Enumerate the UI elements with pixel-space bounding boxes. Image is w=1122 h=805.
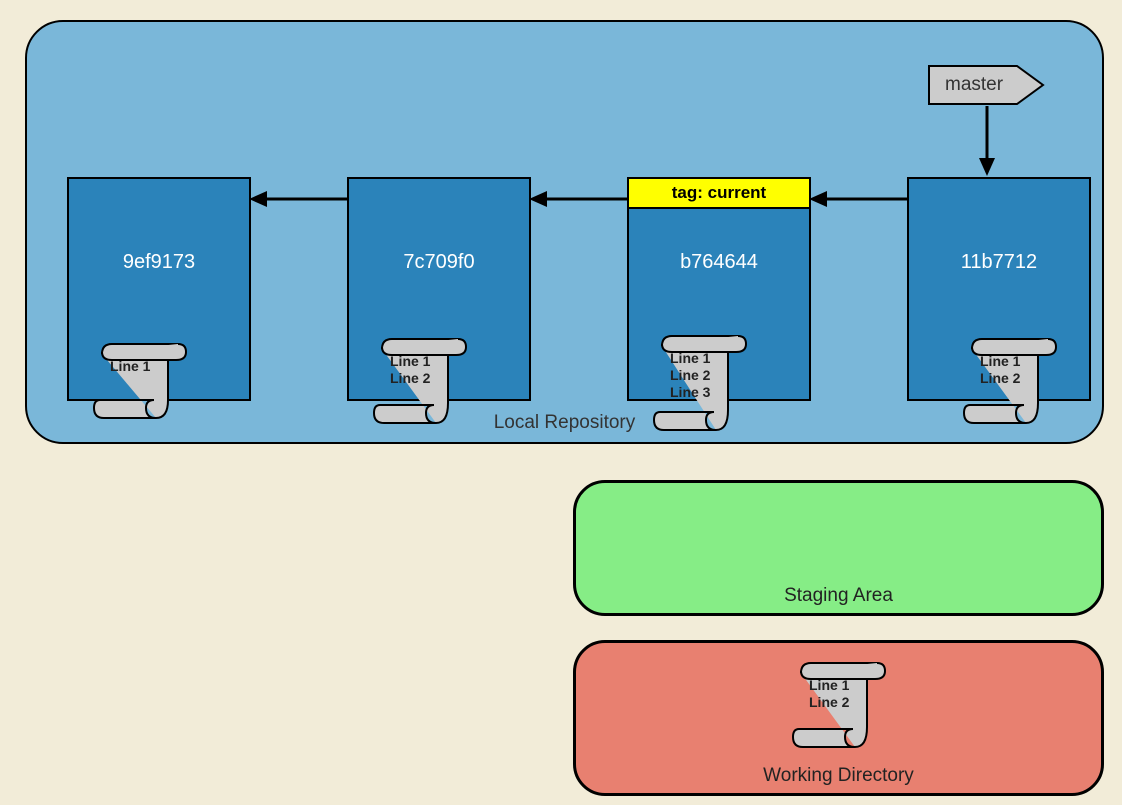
staging-area-box: Staging Area xyxy=(573,480,1104,616)
master-pointer: master xyxy=(927,64,1047,106)
arrow-master-to-commit xyxy=(977,106,997,178)
commit-2-file-icon: Line 1 Line 2 xyxy=(372,337,467,427)
commit-3-file-icon: Line 1 Line 2 Line 3 xyxy=(652,334,747,434)
commit-4-hash: 11b7712 xyxy=(909,251,1089,274)
workdir-file-icon: Line 1 Line 2 xyxy=(791,661,886,751)
arrow-c4-to-c3 xyxy=(807,189,909,209)
commit-3-hash: b764644 xyxy=(629,251,809,274)
working-directory-box: Working Directory Line 1 Line 2 xyxy=(573,640,1104,796)
commit-4-file-text: Line 1 Line 2 xyxy=(980,353,1020,387)
arrow-c3-to-c2 xyxy=(527,189,629,209)
commit-3-file-text: Line 1 Line 2 Line 3 xyxy=(670,350,710,401)
staging-area-label: Staging Area xyxy=(784,585,893,607)
commit-2-file-text: Line 1 Line 2 xyxy=(390,353,430,387)
commit-1-hash: 9ef9173 xyxy=(69,251,249,274)
tag-current-label: tag: current xyxy=(627,177,811,209)
commit-1-file-icon: Line 1 xyxy=(92,342,187,422)
local-repository-label: Local Repository xyxy=(494,412,636,434)
commit-4-file-icon: Line 1 Line 2 xyxy=(962,337,1057,427)
commit-2-hash: 7c709f0 xyxy=(349,251,529,274)
commit-1-file-text: Line 1 xyxy=(110,358,150,375)
working-directory-label: Working Directory xyxy=(763,765,914,787)
local-repository-box: Local Repository master 9ef9173 7c709f0 … xyxy=(25,20,1104,444)
workdir-file-text: Line 1 Line 2 xyxy=(809,677,849,711)
arrow-c2-to-c1 xyxy=(247,189,349,209)
master-label: master xyxy=(945,74,1003,96)
